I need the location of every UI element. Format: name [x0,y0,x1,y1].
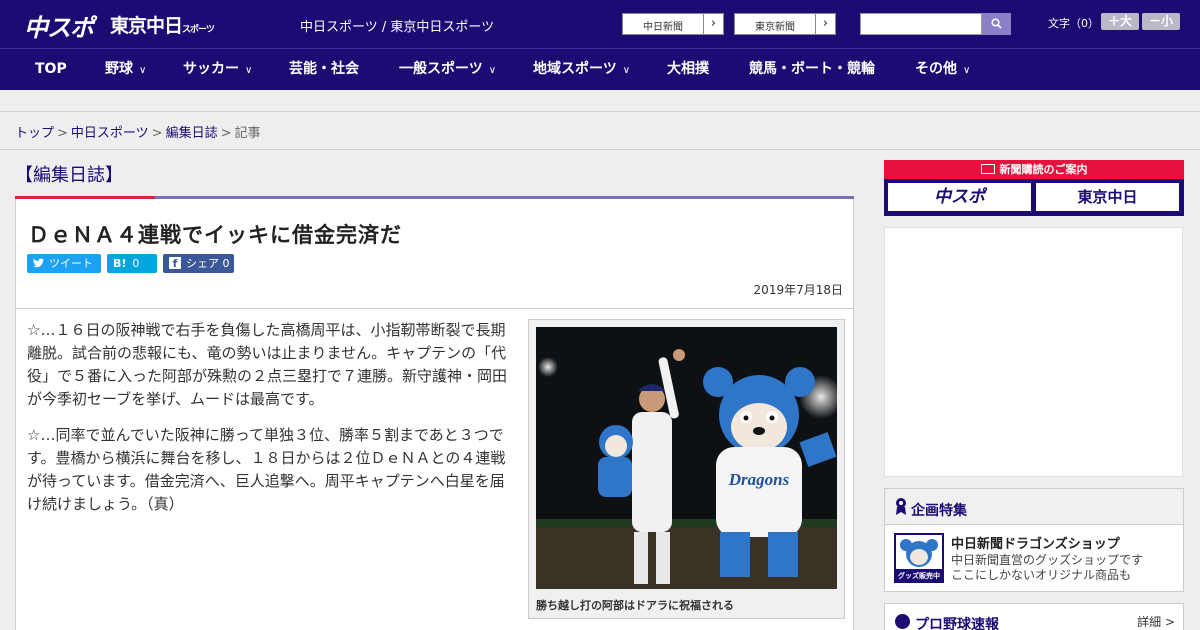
nav-label: 地域スポーツ [533,61,617,77]
facebook-share-button[interactable]: f シェア 0 [163,254,234,273]
nav-label: 競馬・ボート・競輪 [749,61,875,77]
feature-header: 企画特集 [885,489,1183,525]
article: ＤｅＮＡ４連戦でイッキに借金完済だ ツイート B! 0 f シェア 0 2019年7… [15,199,854,630]
divider [0,149,1200,150]
description-line: ここにしかないオリジナル商品も [951,568,1132,582]
nav-item-soccer[interactable]: サッカー ∨ [183,49,252,91]
chuspo-logo[interactable]: 中スポ [24,8,94,43]
nav-item-top[interactable]: TOP [35,49,67,91]
baseball-scores-title: プロ野球速報 [915,617,999,630]
chevron-right-icon: › [815,14,835,34]
feature-title: 企画特集 [911,503,967,519]
nav-item-baseball[interactable]: 野球 ∨ [105,49,146,91]
thumbnail-text: グッズ販売中 [898,571,940,580]
breadcrumb-top[interactable]: トップ [15,126,54,141]
nav-label: 大相撲 [667,61,709,77]
nav-label: TOP [35,61,67,77]
nav-label: サッカー [183,61,239,77]
scores-detail-link[interactable]: 詳細 > [1137,613,1175,630]
nav-label: 野球 [105,61,133,77]
tokyo-chunichi-logo[interactable]: 東京中日スポーツ [110,11,215,38]
font-size-down-button[interactable]: －小 [1142,13,1180,30]
nav-label: その他 [915,61,957,77]
ext-link-label: 東京新聞 [755,22,795,33]
breadcrumb-separator: > [220,126,232,141]
breadcrumb-chunichi-sports[interactable]: 中日スポーツ [71,126,149,141]
search-button[interactable] [982,13,1011,35]
article-date: 2019年7月18日 [753,283,843,297]
article-body: ☆…１６日の阪神戦で右手を負傷した高橋周平は、小指靭帯断裂で長期離脱。試合前の悲… [27,319,511,529]
article-paragraph: ☆…同率で並んでいた阪神に勝って単独３位、勝率５割まであと３つです。豊橋から横浜… [27,426,506,513]
tokyo-shimbun-link[interactable]: 東京新聞 › [734,13,836,35]
nav-item-racing[interactable]: 競馬・ボート・競輪 [749,49,875,91]
nav-label: 芸能・社会 [289,61,359,77]
nav-label: 一般スポーツ [399,61,483,77]
feature-box: 企画特集 グッズ販売中 中日新聞ドラゴンズショップ 中日新聞直営のグッズショップ… [884,488,1184,592]
baseball-scores-box: プロ野球速報 詳細 > [884,603,1184,630]
tokyo-logo-text: 東京中日 [110,15,183,37]
article-headline: ＤｅＮＡ４連戦でイッキに借金完済だ [28,223,402,247]
top-header: 中スポ 東京中日スポーツ 中日スポーツ / 東京中日スポーツ 中日新聞 › 東京… [0,0,1200,48]
search-icon [991,18,1002,29]
breadcrumb-editorial[interactable]: 編集日誌 [166,126,218,141]
nav-item-other[interactable]: その他 ∨ [915,49,970,91]
section-title: 【編集日誌】 [15,165,123,186]
breadcrumb-separator: > [57,126,68,141]
tweet-label: ツイート [49,257,93,270]
main-nav: TOP 野球 ∨ サッカー ∨ 芸能・社会 一般スポーツ ∨ 地域スポーツ ∨ 大相撲 … [0,48,1200,90]
search-input[interactable] [860,13,982,35]
ribbon-badge-icon [896,498,906,515]
chunichi-shimbun-link[interactable]: 中日新聞 › [622,13,724,35]
chevron-down-icon: ∨ [139,65,147,76]
ad-strip [0,90,1200,112]
hatena-count: 0 [132,257,140,270]
breadcrumb: トップ > 中日スポーツ > 編集日誌 > 記事 [15,122,261,141]
breadcrumb-separator: > [151,126,163,141]
chevron-down-icon: ∨ [963,65,971,76]
subscribe-tokyo-button[interactable]: 東京中日 [1036,183,1179,211]
dragons-shop-image: グッズ販売中 [896,539,942,581]
twitter-bird-icon [33,258,44,268]
photo-illustration: Dragons [536,327,837,589]
divider [16,308,853,309]
article-paragraph: ☆…１６日の阪神戦で右手を負傷した高橋周平は、小指靭帯断裂で長期離脱。試合前の悲… [27,321,508,408]
chevron-right-icon: › [703,14,723,34]
article-photo-figure: Dragons 勝ち越し打の阿部はドアラに祝福される [528,319,845,619]
ad-slot [884,227,1183,477]
ext-link-label: 中日新聞 [643,22,683,33]
newspaper-icon [980,164,995,174]
chevron-down-icon: ∨ [488,65,497,76]
font-size-label: 文字（0） [1048,17,1099,30]
description-line: 中日新聞直営のグッズショップです [951,553,1144,567]
dragons-shop-link[interactable]: 中日新聞ドラゴンズショップ [951,533,1120,552]
site-title[interactable]: 中日スポーツ / 東京中日スポーツ [300,16,494,35]
subscription-title-text: 新聞購読のご案内 [999,163,1088,176]
nav-item-entertainment[interactable]: 芸能・社会 [289,49,359,91]
tokyo-logo-suffix: スポーツ [182,25,215,35]
breadcrumb-current: 記事 [234,126,261,141]
hatena-bookmark-button[interactable]: B! 0 [107,254,157,273]
chevron-down-icon: ∨ [622,65,631,76]
subscription-title: 新聞購読のご案内 [884,160,1184,179]
facebook-share-label: シェア 0 [186,257,230,270]
font-size-up-button[interactable]: ＋大 [1101,13,1139,30]
subscribe-chuspo-button[interactable]: 中スポ [888,183,1031,211]
nav-item-general-sports[interactable]: 一般スポーツ ∨ [399,49,496,91]
hatena-icon: B! [113,257,127,270]
subscription-banner[interactable]: 新聞購読のご案内 中スポ 東京中日 [884,160,1184,216]
facebook-icon: f [169,257,181,270]
nav-item-local-sports[interactable]: 地域スポーツ ∨ [533,49,630,91]
nav-item-sumo[interactable]: 大相撲 [667,49,709,91]
photo-caption: 勝ち越し打の阿部はドアラに祝福される [536,599,734,612]
tweet-button[interactable]: ツイート [27,254,101,273]
baseball-icon [895,614,910,629]
svg-text:Dragons: Dragons [728,470,790,489]
chevron-down-icon: ∨ [245,65,253,76]
dragons-shop-thumbnail[interactable]: グッズ販売中 [894,533,944,583]
article-photo[interactable]: Dragons [536,327,837,589]
dragons-shop-description: 中日新聞直営のグッズショップです ここにしかないオリジナル商品も [951,553,1143,583]
